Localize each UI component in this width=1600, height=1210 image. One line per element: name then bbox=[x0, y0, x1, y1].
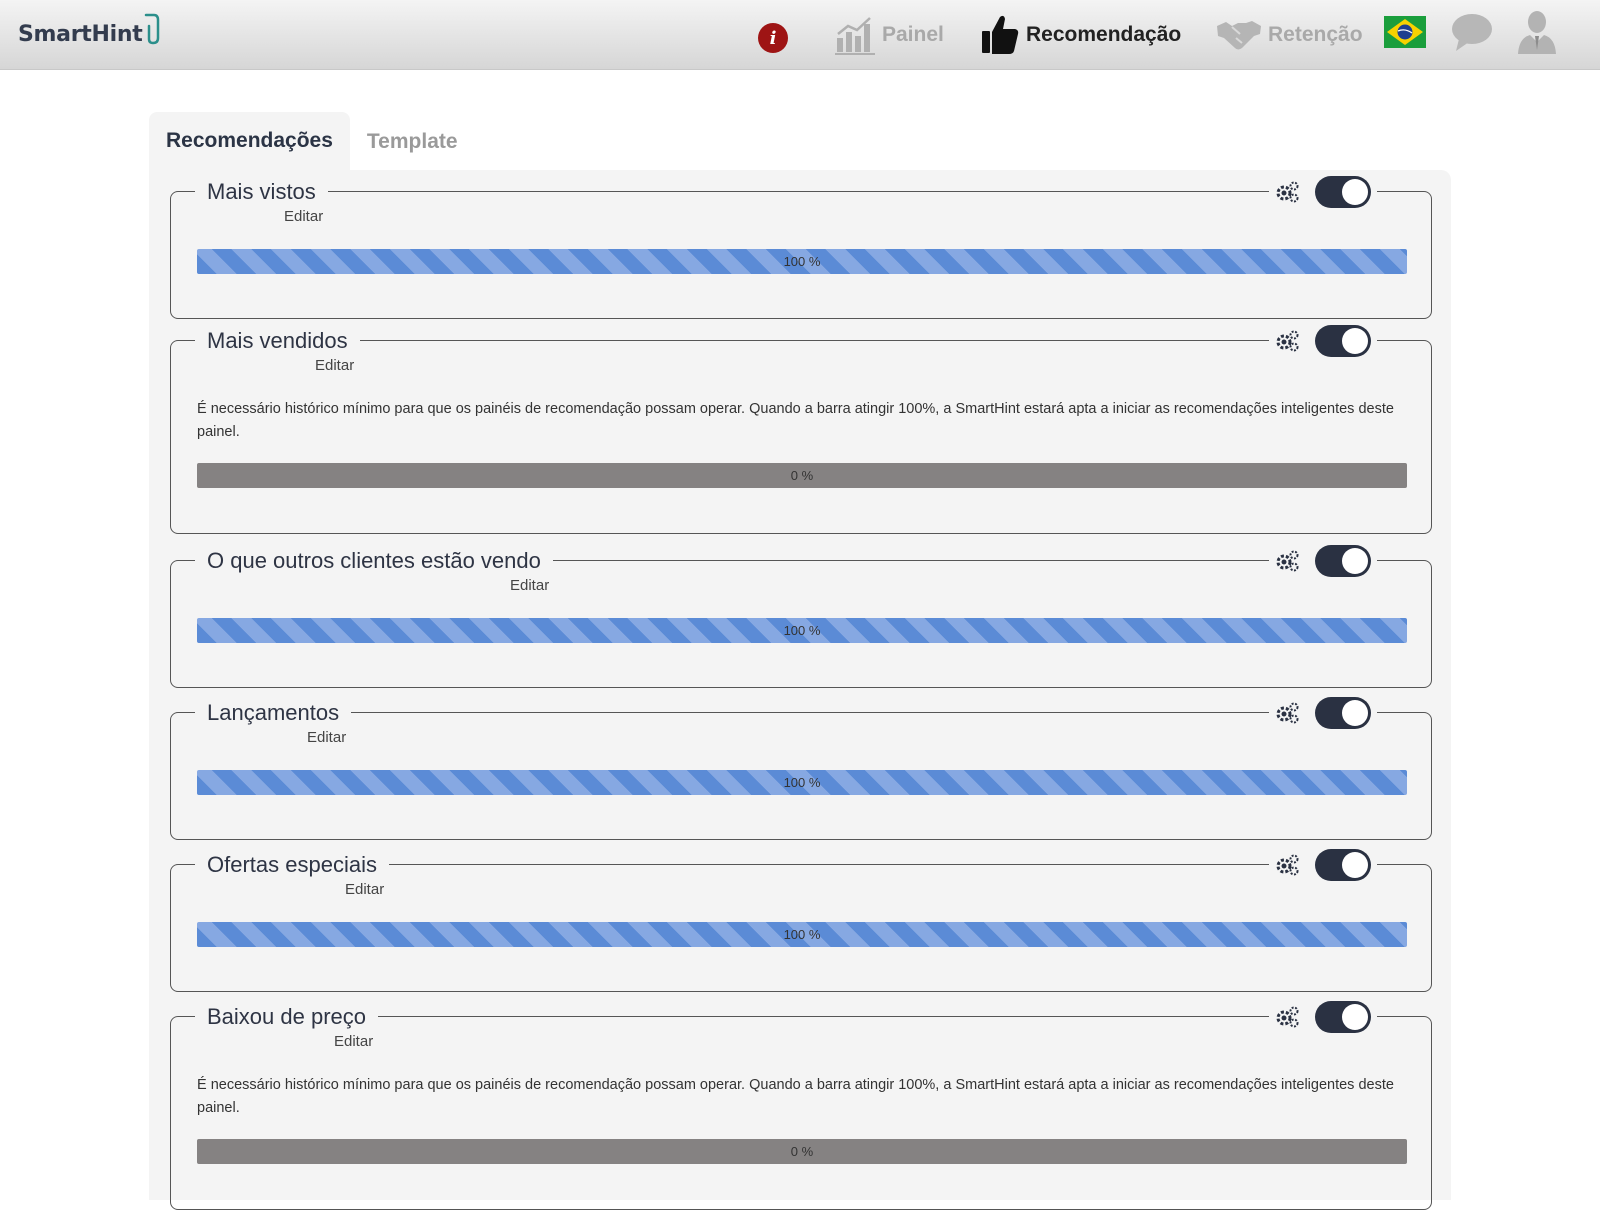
progress-label: 100 % bbox=[783, 775, 821, 790]
logo-hook-icon bbox=[145, 13, 160, 45]
card-header: Mais vistos Editar bbox=[171, 173, 1431, 225]
info-icon[interactable]: i bbox=[758, 23, 788, 53]
enable-toggle[interactable] bbox=[1315, 849, 1371, 881]
recommendation-card: Lançamentos Editar 100 % bbox=[170, 694, 1432, 840]
nav-retencao-label: Retenção bbox=[1268, 23, 1363, 46]
chat-bubble-icon[interactable] bbox=[1451, 11, 1493, 58]
card-controls bbox=[1269, 846, 1377, 884]
progress-label: 100 % bbox=[783, 927, 821, 942]
recommendation-card: Ofertas especiais Editar 100 % bbox=[170, 846, 1432, 992]
handshake-icon bbox=[1217, 21, 1261, 50]
nav-recomendacao-label: Recomendação bbox=[1026, 23, 1182, 46]
smarthint-logo[interactable]: SmartHint bbox=[18, 13, 160, 54]
card-header: Baixou de preço Editar bbox=[171, 998, 1431, 1050]
gears-icon[interactable] bbox=[1275, 1005, 1299, 1029]
nav-painel[interactable]: Painel bbox=[834, 0, 944, 70]
edit-link[interactable]: Editar bbox=[307, 729, 346, 746]
recommendation-card: Mais vistos Editar 100 % bbox=[170, 173, 1432, 319]
enable-toggle[interactable] bbox=[1315, 545, 1371, 577]
progress-label: 0 % bbox=[790, 468, 814, 483]
enable-toggle[interactable] bbox=[1315, 1001, 1371, 1033]
progress-label: 0 % bbox=[790, 1144, 814, 1159]
toggle-knob bbox=[1342, 328, 1368, 354]
progress-bar: 0 % bbox=[197, 1139, 1407, 1164]
card-controls bbox=[1269, 173, 1377, 211]
progress-bar: 100 % bbox=[197, 249, 1407, 274]
toggle-knob bbox=[1342, 548, 1368, 574]
card-title: Ofertas especiais bbox=[195, 851, 389, 879]
card-controls bbox=[1269, 542, 1377, 580]
minimum-history-notice: É necessário histórico mínimo para que o… bbox=[197, 1077, 1394, 1116]
tab-recomendacoes[interactable]: Recomendações bbox=[149, 112, 350, 172]
progress-bar: 0 % bbox=[197, 463, 1407, 488]
recommendation-card: O que outros clientes estão vendo Editar… bbox=[170, 542, 1432, 688]
card-header: Ofertas especiais Editar bbox=[171, 846, 1431, 898]
thumbs-up-icon bbox=[982, 15, 1019, 54]
progress-label: 100 % bbox=[783, 623, 821, 638]
card-controls bbox=[1269, 694, 1377, 732]
toggle-knob bbox=[1342, 700, 1368, 726]
gears-icon[interactable] bbox=[1275, 180, 1299, 204]
recommendation-card: Mais vendidos Editar É necessário histór… bbox=[170, 322, 1432, 534]
top-navigation-bar: SmartHint i Painel Recomendação Retenção bbox=[0, 0, 1600, 70]
progress-bar: 100 % bbox=[197, 922, 1407, 947]
nav-retencao[interactable]: Retenção bbox=[1216, 0, 1363, 70]
card-controls bbox=[1269, 998, 1377, 1036]
tab-bar: Recomendações Template bbox=[149, 112, 475, 172]
edit-link[interactable]: Editar bbox=[510, 577, 549, 594]
user-icon[interactable] bbox=[1516, 10, 1558, 59]
enable-toggle[interactable] bbox=[1315, 176, 1371, 208]
card-header: Lançamentos Editar bbox=[171, 694, 1431, 746]
card-header: Mais vendidos Editar bbox=[171, 322, 1431, 374]
gears-icon[interactable] bbox=[1275, 329, 1299, 353]
gears-icon[interactable] bbox=[1275, 549, 1299, 573]
progress-bar: 100 % bbox=[197, 618, 1407, 643]
enable-toggle[interactable] bbox=[1315, 325, 1371, 357]
nav-painel-label: Painel bbox=[882, 23, 944, 46]
card-title: O que outros clientes estão vendo bbox=[195, 547, 553, 575]
recommendation-card: Baixou de preço Editar É necessário hist… bbox=[170, 998, 1432, 1210]
toggle-knob bbox=[1342, 1004, 1368, 1030]
toggle-knob bbox=[1342, 852, 1368, 878]
card-title: Mais vistos bbox=[195, 178, 328, 206]
card-controls bbox=[1269, 322, 1377, 360]
progress-label: 100 % bbox=[783, 254, 821, 269]
tab-template[interactable]: Template bbox=[350, 112, 475, 172]
minimum-history-notice: É necessário histórico mínimo para que o… bbox=[197, 401, 1394, 440]
edit-link[interactable]: Editar bbox=[284, 208, 323, 225]
card-title: Baixou de preço bbox=[195, 1003, 378, 1031]
edit-link[interactable]: Editar bbox=[334, 1033, 373, 1050]
progress-bar: 100 % bbox=[197, 770, 1407, 795]
edit-link[interactable]: Editar bbox=[315, 357, 354, 374]
card-title: Mais vendidos bbox=[195, 327, 360, 355]
gears-icon[interactable] bbox=[1275, 853, 1299, 877]
logo-text: SmartHint bbox=[18, 21, 143, 47]
bar-chart-icon bbox=[835, 17, 875, 55]
card-title: Lançamentos bbox=[195, 699, 352, 727]
card-header: O que outros clientes estão vendo Editar bbox=[171, 542, 1431, 594]
gears-icon[interactable] bbox=[1275, 701, 1299, 725]
enable-toggle[interactable] bbox=[1315, 697, 1371, 729]
toggle-knob bbox=[1342, 179, 1368, 205]
nav-recomendacao[interactable]: Recomendação bbox=[980, 0, 1181, 70]
recommendations-panel: Mais vistos Editar 100 % Mais vendidos E… bbox=[149, 170, 1451, 1210]
edit-link[interactable]: Editar bbox=[345, 881, 384, 898]
brazil-flag-icon[interactable] bbox=[1384, 16, 1426, 48]
